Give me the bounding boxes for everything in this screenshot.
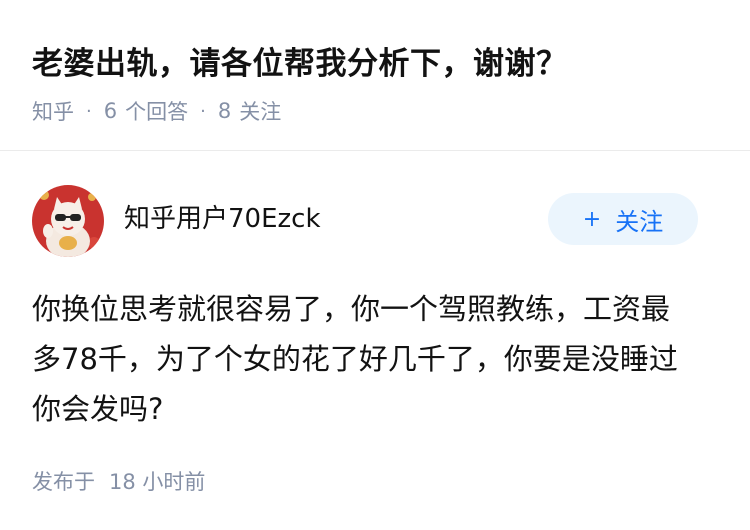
followers-count: 8 <box>217 99 232 123</box>
source-label[interactable]: 知乎 <box>32 96 74 126</box>
answer-line: 你换位思考就很容易了，你一个驾照教练，工资最 <box>32 292 671 326</box>
published-time: 18 小时前 <box>109 470 206 494</box>
follow-button[interactable]: + 关注 <box>548 193 698 245</box>
published-label: 发布于 <box>32 470 95 494</box>
answer-content: 你换位思考就很容易了，你一个驾照教练，工资最 多78千，为了个女的花了好几千了，… <box>32 284 722 434</box>
meta-separator: · <box>200 100 206 122</box>
section-divider <box>0 150 750 151</box>
answer-line: 你会发吗? <box>32 392 164 426</box>
question-meta: 知乎 · 6 个回答 · 8 关注 <box>32 96 281 126</box>
answers-label[interactable]: 个回答 <box>125 96 188 126</box>
publish-info: 发布于 18 小时前 <box>32 466 205 496</box>
meta-separator: · <box>86 100 92 122</box>
answers-count: 6 <box>103 99 118 123</box>
lucky-cat-avatar-icon <box>32 185 104 257</box>
author-name[interactable]: 知乎用户70Ezck <box>124 198 321 235</box>
question-title[interactable]: 老婆出轨，请各位帮我分析下，谢谢？ <box>32 38 722 83</box>
followers-label[interactable]: 关注 <box>239 96 281 126</box>
answer-line: 多78千，为了个女的花了好几千了，你要是没睡过 <box>32 342 678 376</box>
plus-icon: + <box>582 206 602 232</box>
avatar[interactable] <box>32 185 104 257</box>
follow-label: 关注 <box>615 207 664 236</box>
